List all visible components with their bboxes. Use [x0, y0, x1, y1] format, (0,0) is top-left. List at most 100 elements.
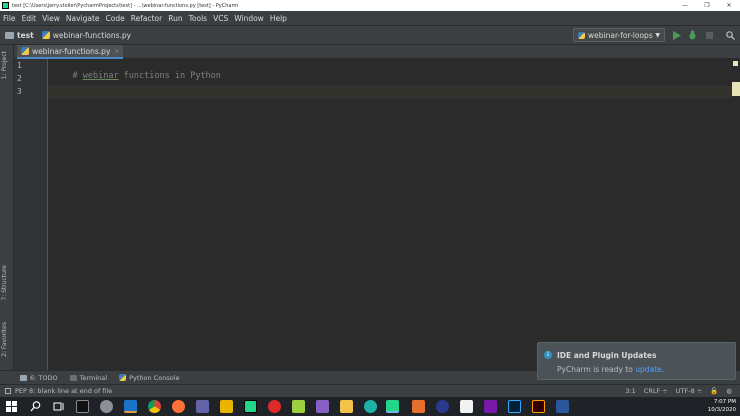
illustrator-icon[interactable]	[532, 400, 545, 413]
terminal-icon	[69, 374, 77, 381]
menu-view[interactable]: View	[42, 14, 60, 23]
maximize-button[interactable]: ❐	[696, 0, 718, 11]
teams-icon[interactable]	[196, 400, 209, 413]
pycharm-taskbar-icon[interactable]	[244, 400, 257, 413]
menu-vcs[interactable]: VCS	[213, 14, 228, 23]
menu-window[interactable]: Window	[234, 14, 264, 23]
comment-hash: #	[72, 71, 83, 81]
editor-tab-bar: webinar-functions.py ×	[14, 45, 740, 59]
windows-start-icon[interactable]	[5, 400, 18, 413]
visual-studio-icon[interactable]	[316, 400, 329, 413]
word-icon[interactable]	[556, 400, 569, 413]
menu-code[interactable]: Code	[106, 14, 125, 23]
window-title-bar[interactable]: test [C:\Users\jerry.stoller\PycharmProj…	[0, 0, 740, 11]
run-configuration-select[interactable]: webinar-for-loops ▼	[573, 28, 665, 42]
code-editor[interactable]: 1 2 3 # webinar functions in Python	[14, 59, 740, 370]
structure-tool-tab[interactable]: 7: Structure	[1, 265, 8, 301]
photoshop-icon[interactable]	[508, 400, 521, 413]
run-button[interactable]	[671, 29, 683, 41]
run-icon	[673, 30, 681, 40]
file-encoding[interactable]: UTF-8 ÷	[676, 387, 702, 395]
folder-taskbar-icon[interactable]	[340, 400, 353, 413]
update-link[interactable]: update	[635, 365, 661, 374]
breadcrumb-project-label: test	[17, 30, 34, 40]
status-message-text: PEP 8: blank line at end of file	[15, 387, 113, 395]
line-number: 2	[17, 74, 22, 83]
editor-status-marker[interactable]	[733, 61, 738, 66]
menu-navigate[interactable]: Navigate	[66, 14, 100, 23]
menu-refactor[interactable]: Refactor	[131, 14, 162, 23]
search-everywhere-button[interactable]	[724, 29, 736, 41]
windows-taskbar: 7:07 PM 10/3/2020	[0, 397, 740, 416]
status-message[interactable]: PEP 8: blank line at end of file	[5, 387, 112, 395]
line-number: 3	[17, 87, 22, 96]
task-view-icon[interactable]	[52, 400, 65, 413]
outlook-icon[interactable]	[124, 400, 137, 413]
debug-button[interactable]	[686, 29, 698, 41]
breadcrumb-file[interactable]: webinar-functions.py	[41, 30, 132, 40]
comment-text: functions in Python	[118, 71, 221, 81]
search-icon[interactable]	[29, 400, 42, 413]
info-icon: i	[544, 351, 552, 359]
notification-body: PyCharm is ready to update.	[557, 365, 665, 374]
python-file-icon	[21, 47, 29, 55]
folder-icon	[5, 31, 14, 39]
python-config-icon	[578, 31, 585, 39]
python-file-icon	[41, 31, 50, 39]
minimize-button[interactable]: —	[674, 0, 696, 11]
python-console-icon	[119, 374, 127, 381]
document-icon[interactable]	[460, 400, 473, 413]
event-log-icon[interactable]: ◍	[726, 387, 732, 395]
app-icon-lightning[interactable]	[220, 400, 233, 413]
editor-tab-webinar-functions[interactable]: webinar-functions.py ×	[17, 45, 124, 59]
run-configuration-label: webinar-for-loops	[588, 30, 653, 40]
firefox-icon[interactable]	[172, 400, 185, 413]
editor-tab-label: webinar-functions.py	[32, 46, 111, 56]
menu-tools[interactable]: Tools	[189, 14, 207, 23]
app-icon-sphere[interactable]	[100, 400, 113, 413]
project-tool-tab[interactable]: 1: Project	[1, 51, 8, 79]
app-icon-navy[interactable]	[436, 400, 449, 413]
terminal-tool-tab[interactable]: Terminal	[69, 373, 108, 382]
todo-tool-tab[interactable]: 6: TODO	[20, 374, 58, 382]
favorites-tool-tab[interactable]: 2: Favorites	[1, 322, 8, 357]
stop-button[interactable]	[703, 29, 715, 41]
menu-help[interactable]: Help	[270, 14, 287, 23]
debug-bug-icon	[689, 30, 695, 40]
menu-file[interactable]: File	[3, 14, 16, 23]
chevron-down-icon: ▼	[655, 32, 660, 39]
app-icon-green[interactable]	[292, 400, 305, 413]
breadcrumb-file-label: webinar-functions.py	[52, 30, 132, 40]
python-console-tab-label: Python Console	[129, 373, 180, 382]
system-clock[interactable]: 7:07 PM 10/3/2020	[708, 398, 736, 414]
clock-time: 7:07 PM	[713, 399, 736, 405]
line-number-gutter	[14, 59, 48, 370]
chrome-icon[interactable]	[148, 400, 161, 413]
lock-icon[interactable]: 🔓	[710, 387, 718, 395]
editor-warning-marker[interactable]	[732, 82, 740, 96]
todo-tab-label: 6: TODO	[30, 373, 58, 382]
app-icon-orange[interactable]	[412, 400, 425, 413]
terminal-tab-label: Terminal	[79, 373, 108, 382]
onenote-icon[interactable]	[484, 400, 497, 413]
window-title: test [C:\Users\jerry.stoller\PycharmProj…	[12, 2, 239, 9]
status-bar: PEP 8: blank line at end of file 3:1 CRL…	[0, 384, 740, 397]
pycharm-active-icon[interactable]	[386, 400, 399, 413]
caret-position[interactable]: 3:1	[625, 387, 635, 395]
python-console-tool-tab[interactable]: Python Console	[119, 373, 180, 382]
app-icon-teal[interactable]	[364, 400, 377, 413]
close-window-button[interactable]: ✕	[718, 0, 740, 11]
line-separator[interactable]: CRLF ÷	[644, 387, 668, 395]
window-controls: — ❐ ✕	[674, 0, 740, 11]
breadcrumb-project[interactable]: test	[5, 31, 34, 40]
code-line-1[interactable]: # webinar functions in Python	[52, 61, 221, 91]
line-number: 1	[17, 61, 22, 70]
menu-run[interactable]: Run	[168, 14, 182, 23]
menu-edit[interactable]: Edit	[22, 14, 37, 23]
close-tab-icon[interactable]: ×	[114, 48, 119, 55]
app-icon-red-circle[interactable]	[268, 400, 281, 413]
left-tool-window-strip: 1: Project 7: Structure 2: Favorites	[0, 45, 14, 370]
file-explorer-dark-icon[interactable]	[76, 400, 89, 413]
update-notification[interactable]: i IDE and Plugin Updates PyCharm is read…	[537, 342, 736, 380]
status-square-icon	[5, 388, 11, 394]
